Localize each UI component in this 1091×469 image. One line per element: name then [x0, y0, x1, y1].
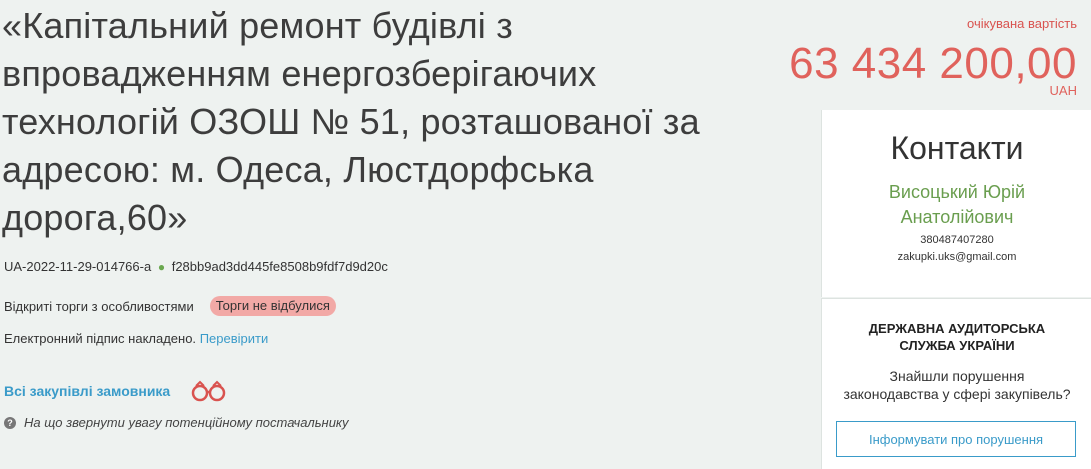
attention-note[interactable]: ? На що звернути увагу потенційному пост… — [4, 415, 349, 430]
tender-id-line: UA-2022-11-29-014766-a ● f28bb9ad3dd445f… — [4, 259, 388, 274]
question-circle-icon: ? — [4, 416, 16, 429]
status-badge: Торги не відбулися — [209, 296, 336, 316]
tender-hash: f28bb9ad3dd445fe8508b9fdf7d9d20c — [171, 259, 388, 274]
contact-name-line2: Анатолійович — [900, 207, 1014, 227]
tender-page: «Капітальний ремонт будівлі з впроваджен… — [0, 0, 1091, 469]
expected-price-label: очікувана вартість — [967, 16, 1077, 31]
binoculars-icon[interactable] — [188, 380, 230, 402]
procedure-type: Відкриті торги з особливостями — [4, 298, 194, 314]
all-purchases-label: Всі закупівлі замовника — [4, 383, 171, 399]
report-violation-button[interactable]: Інформувати про порушення — [836, 421, 1076, 457]
audit-text-line2: законодавства у сфері закупівель? — [843, 386, 1071, 402]
tender-title: «Капітальний ремонт будівлі з впроваджен… — [2, 5, 700, 238]
all-purchases-link[interactable]: Всі закупівлі замовника — [4, 380, 230, 402]
audit-title: ДЕРЖАВНА АУДИТОРСЬКА СЛУЖБА УКРАЇНИ — [822, 320, 1091, 354]
signature-text: Електронний підпис накладено. — [4, 331, 197, 346]
contact-name-line1: Висоцький Юрій — [888, 182, 1026, 202]
audit-text: Знайшли порушення законодавства у сфері … — [822, 367, 1091, 403]
tender-id: UA-2022-11-29-014766-a — [4, 259, 152, 274]
contacts-panel: Контакти Висоцький Юрій Анатолійович 380… — [821, 110, 1091, 297]
contact-email: zakupki.uks@gmail.com — [897, 251, 1017, 263]
expected-price-amount: 63 434 200,00 — [789, 39, 1077, 88]
signature-line: Електронний підпис накладено. Перевірити — [4, 331, 268, 346]
contact-name: Висоцький Юрій Анатолійович — [822, 180, 1091, 230]
audit-text-line1: Знайшли порушення — [889, 368, 1025, 384]
audit-service-panel: ДЕРЖАВНА АУДИТОРСЬКА СЛУЖБА УКРАЇНИ Знай… — [821, 298, 1091, 469]
procedure-line: Відкриті торги з особливостями Торги не … — [4, 296, 336, 316]
contacts-heading: Контакти — [890, 130, 1024, 166]
currency-label: UAH — [1049, 83, 1077, 98]
separator-dot-icon: ● — [157, 260, 166, 274]
audit-title-line2: СЛУЖБА УКРАЇНИ — [899, 338, 1015, 353]
contact-phone: 380487407280 — [920, 234, 994, 246]
audit-title-line1: ДЕРЖАВНА АУДИТОРСЬКА — [868, 321, 1046, 336]
verify-signature-link[interactable]: Перевірити — [200, 331, 269, 346]
attention-text: На що звернути увагу потенційному постач… — [24, 415, 349, 430]
